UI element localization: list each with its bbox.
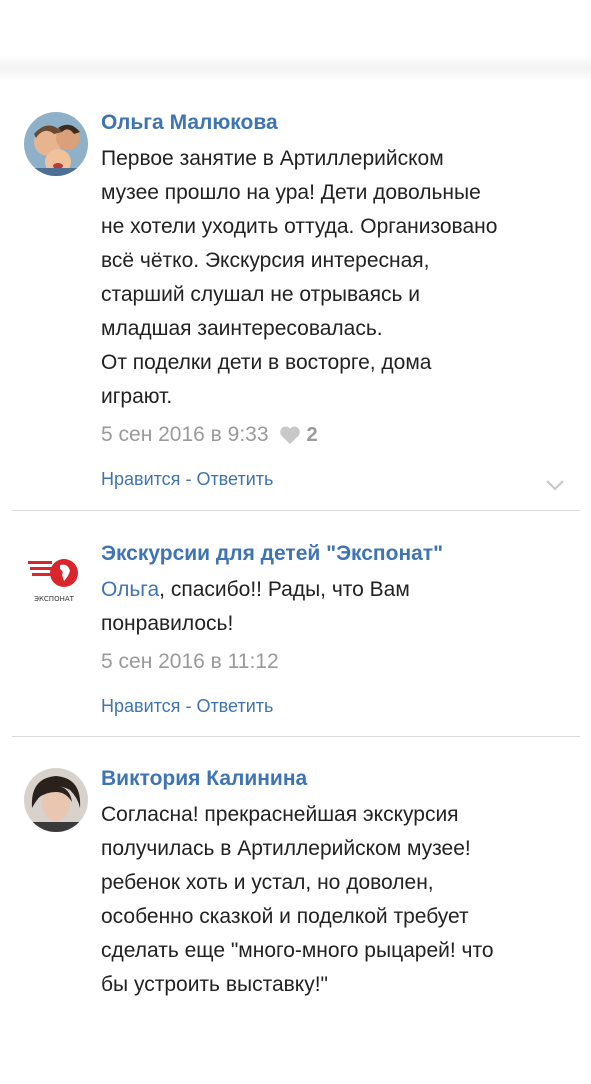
comment-text-line: Ольга, спасибо!! Рады, что Вам [101, 573, 571, 607]
avatar[interactable] [24, 112, 88, 176]
comment-text-line: От поделки дети в восторге, дома [101, 351, 432, 374]
comment-date[interactable]: 5 сен 2016 в 11:12 [101, 645, 279, 679]
action-separator: - [180, 696, 197, 716]
comment-text-line: старший слушал не отрываясь и [101, 283, 420, 306]
comment-actions: Нравится - Ответить [101, 693, 571, 719]
top-shadow [0, 0, 591, 80]
comment-text-line: младшая заинтересовалась. [101, 317, 383, 340]
comment-text-line: музее прошло на ура! Дети довольные [101, 181, 481, 204]
comment-body: Ольга Малюкова Первое занятие в Артиллер… [101, 110, 571, 492]
comment-text-line: Первое занятие в Артиллерийском [101, 147, 444, 170]
community-logo[interactable]: ЭКСПОНАТ [24, 547, 88, 611]
comment-text: Согласна! прекраснейшая экскурсия получи… [101, 798, 571, 1002]
comment-author[interactable]: Ольга Малюкова [101, 110, 571, 136]
comment-author[interactable]: Экскурсии для детей "Экспонат" [101, 541, 571, 567]
reply-link[interactable]: Ответить [196, 469, 273, 489]
comment-text: Ольга, спасибо!! Рады, что Вам понравило… [101, 573, 571, 641]
reply-link[interactable]: Ответить [196, 696, 273, 716]
comment-text-line: не хотели уходить оттуда. Организовано [101, 215, 498, 238]
comment-text-line: понравилось! [101, 612, 234, 635]
like-count: 2 [306, 424, 318, 446]
comment-body: Экскурсии для детей "Экспонат" Ольга, сп… [101, 541, 571, 719]
comment-author[interactable]: Виктория Калинина [101, 766, 571, 792]
comment-text-line: особенно сказкой и поделкой требует [101, 905, 469, 928]
heart-icon[interactable] [279, 425, 301, 445]
comment-text-line: Согласна! прекраснейшая экскурсия [101, 803, 459, 826]
comment-text-line: всё чётко. Экскурсия интересная, [101, 249, 430, 272]
comment-text-rest: , спасибо!! Рады, что Вам [159, 578, 410, 601]
comment-text-line: бы устроить выставку!" [101, 973, 329, 996]
comment-meta: 5 сен 2016 в 11:12 [101, 645, 571, 679]
divider [12, 510, 580, 511]
chevron-down-icon[interactable] [545, 478, 565, 492]
like-link[interactable]: Нравится [101, 696, 180, 716]
like-link[interactable]: Нравится [101, 469, 180, 489]
avatar[interactable] [24, 768, 88, 832]
comment-date[interactable]: 5 сен 2016 в 9:33 [101, 418, 269, 452]
comment-actions: Нравится - Ответить [101, 466, 571, 492]
action-separator: - [180, 469, 197, 489]
mention-link[interactable]: Ольга [101, 578, 159, 601]
comment-text-line: получилась в Артиллерийском музее! [101, 837, 471, 860]
comment-text-line: играют. [101, 385, 173, 408]
comment-text-line: ребенок хоть и устал, но доволен, [101, 871, 434, 894]
comment-body: Виктория Калинина Согласна! прекраснейша… [101, 766, 571, 1002]
logo-text: ЭКСПОНАТ [34, 595, 75, 603]
comment-text-line: сделать еще "много-много рыцарей! что [101, 939, 494, 962]
comment-meta: 5 сен 2016 в 9:33 2 [101, 418, 571, 452]
divider [12, 736, 580, 737]
comment-text: Первое занятие в Артиллерийском музее пр… [101, 142, 571, 414]
